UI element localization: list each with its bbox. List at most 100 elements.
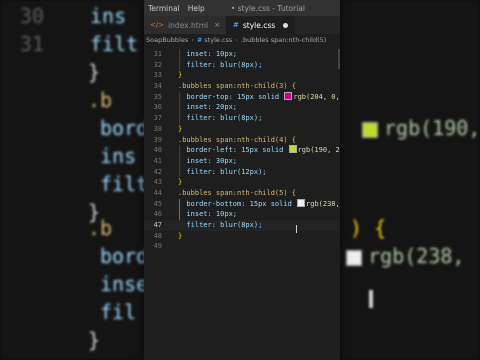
bg-line-number: 30 xyxy=(19,4,44,28)
line-number: 46 xyxy=(153,210,162,219)
code-line[interactable]: 32 filter: blur(8px); xyxy=(144,60,340,71)
code-text: filter: blur(8px); xyxy=(178,114,263,123)
line-number: 41 xyxy=(153,156,162,165)
tab-label: style.css xyxy=(242,20,276,30)
line-number: 34 xyxy=(153,82,162,91)
code-text: border-bottom: 15px solid xyxy=(178,199,297,208)
bg-code-text: .b xyxy=(88,216,113,240)
code-line[interactable]: 31 inset: 10px; xyxy=(144,49,340,60)
code-line[interactable]: 36 inset: 20px; xyxy=(144,102,340,113)
line-number: 31 xyxy=(153,50,162,58)
code-text: filter: blur(8px); xyxy=(178,221,263,229)
menu-item-help[interactable]: Help xyxy=(184,4,209,13)
tab-index-html[interactable]: </> index.html × xyxy=(144,16,227,34)
css-file-icon: # xyxy=(196,36,203,44)
tab-style-css[interactable]: # style.css xyxy=(226,16,296,34)
bg-code-text: filt xyxy=(90,32,139,56)
line-number: 42 xyxy=(153,167,162,176)
bg-code-text: .b xyxy=(88,88,113,112)
breadcrumb-folder[interactable]: SoapBubbles xyxy=(146,36,188,44)
bg-code-text: ins xyxy=(90,4,127,28)
code-line[interactable]: 46 inset: 10px; xyxy=(144,209,340,220)
code-text: filter: blur(12px); xyxy=(178,167,267,176)
code-text: border-top: 15px solid xyxy=(178,92,284,101)
color-swatch[interactable] xyxy=(284,91,293,100)
menu-bar: Terminal Help • style.css - Tutorial xyxy=(144,0,340,16)
code-text: rgb(204, 0, xyxy=(293,92,340,101)
bg-code-text: rgb(238, xyxy=(368,244,465,268)
bg-code-text: ins xyxy=(100,144,137,168)
code-text: inset: 10px; xyxy=(178,50,238,58)
close-icon[interactable]: × xyxy=(214,21,220,29)
code-text: rgb(238, xyxy=(306,199,340,208)
code-line[interactable]: 44 .bubbles span:nth-child(5) { xyxy=(144,188,340,199)
bg-code-text: ) { xyxy=(350,216,387,240)
code-line[interactable]: 34 .bubbles span:nth-child(3) { xyxy=(144,81,340,92)
bg-color-swatch xyxy=(362,121,378,138)
bg-line-number: 31 xyxy=(19,32,44,56)
chevron-right-icon: › xyxy=(235,36,238,44)
code-text: } xyxy=(178,178,183,187)
line-number: 35 xyxy=(153,92,162,101)
code-line[interactable]: 33} xyxy=(144,70,340,81)
tab-label: index.html xyxy=(168,20,209,30)
code-line[interactable]: 38} xyxy=(144,124,340,135)
code-text: } xyxy=(178,231,183,240)
bg-code-text: rgb(190, 2 xyxy=(384,116,480,140)
line-number: 32 xyxy=(153,60,162,69)
bg-code-text: bord xyxy=(100,244,149,268)
color-swatch[interactable] xyxy=(297,198,306,207)
code-text: } xyxy=(178,71,183,80)
text-cursor xyxy=(296,225,297,233)
code-line[interactable]: 42 filter: blur(12px); xyxy=(144,167,340,178)
scrollbar[interactable] xyxy=(338,49,340,69)
bg-code-text: filt xyxy=(100,172,149,196)
unsaved-dot-icon[interactable] xyxy=(283,22,289,28)
code-line[interactable]: 41 inset: 30px; xyxy=(144,156,340,167)
code-area[interactable]: 31 inset: 10px; 32 filter: blur(8px); 33… xyxy=(144,49,340,252)
color-swatch[interactable] xyxy=(288,145,297,154)
code-line[interactable]: 45 border-bottom: 15px solid rgb(238, xyxy=(144,198,340,210)
code-line[interactable]: 35 border-top: 15px solid rgb(204, 0, xyxy=(144,91,340,103)
code-text: border-left: 15px solid xyxy=(178,146,288,155)
line-number: 37 xyxy=(153,114,162,123)
line-number: 38 xyxy=(153,124,162,133)
line-number: 49 xyxy=(153,242,162,251)
code-line[interactable]: 39 .bubbles span:nth-child(4) { xyxy=(144,135,340,146)
code-text: .bubbles span:nth-child(4) { xyxy=(178,135,297,144)
code-line[interactable]: 48} xyxy=(144,231,340,242)
bg-code-text: fil xyxy=(100,300,137,324)
bg-color-swatch xyxy=(346,249,363,266)
code-text: inset: 20px; xyxy=(178,103,238,112)
code-line[interactable]: 40 border-left: 15px solid rgb(190, 2 xyxy=(144,145,340,156)
window-title: • style.css - Tutorial xyxy=(230,3,305,13)
code-line[interactable]: 37 filter: blur(8px); xyxy=(144,113,340,124)
bg-code-text: } xyxy=(88,60,101,84)
breadcrumb: SoapBubbles › # style.css › .bubbles spa… xyxy=(144,34,340,46)
bg-code-text: bord xyxy=(100,116,149,140)
line-number: 43 xyxy=(153,178,162,187)
line-number: 44 xyxy=(153,188,162,197)
line-number: 45 xyxy=(153,199,162,208)
menu-item-terminal[interactable]: Terminal xyxy=(144,4,184,13)
breadcrumb-file[interactable]: style.css xyxy=(204,36,232,44)
line-number: 33 xyxy=(153,71,162,80)
tab-bar: </> index.html × # style.css xyxy=(144,16,340,34)
code-line[interactable]: 49 xyxy=(144,241,340,252)
line-number: 48 xyxy=(153,231,162,240)
chevron-right-icon: › xyxy=(191,36,194,44)
mouse-cursor-icon xyxy=(369,290,373,308)
html-file-icon: </> xyxy=(150,21,165,29)
code-text: inset: 10px; xyxy=(178,210,238,219)
code-line-current[interactable]: 47 filter: blur(8px); xyxy=(144,220,340,231)
bg-code-text: inse xyxy=(100,272,149,296)
code-line[interactable]: 43} xyxy=(144,177,340,188)
code-text: } xyxy=(178,124,183,133)
breadcrumb-selector[interactable]: .bubbles span:nth-child(5) xyxy=(241,36,326,44)
line-number: 40 xyxy=(153,146,162,155)
code-editor-window: Terminal Help • style.css - Tutorial </>… xyxy=(144,0,340,360)
line-number: 39 xyxy=(153,135,162,144)
code-text: filter: blur(8px); xyxy=(178,60,263,69)
line-number: 47 xyxy=(153,221,162,229)
code-text: .bubbles span:nth-child(5) { xyxy=(178,188,297,197)
